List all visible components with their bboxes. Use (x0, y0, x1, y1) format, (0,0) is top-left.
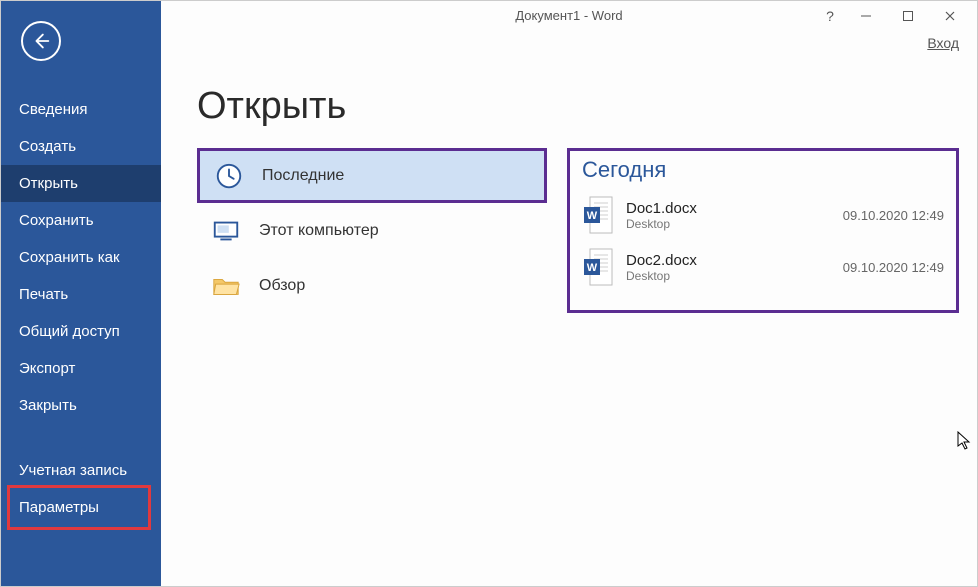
sidebar-item-info[interactable]: Сведения (1, 91, 161, 128)
file-date: 09.10.2020 12:49 (843, 208, 944, 223)
sidebar-label: Сохранить (19, 212, 94, 229)
signin-link[interactable]: Вход (927, 35, 959, 51)
sidebar-item-saveas[interactable]: Сохранить как (1, 239, 161, 276)
sidebar-item-export[interactable]: Экспорт (1, 350, 161, 387)
sidebar-label: Сведения (19, 101, 88, 118)
file-row[interactable]: W Doc1.docx Desktop 09.10.2020 12:49 (582, 189, 944, 241)
help-icon: ? (826, 8, 834, 24)
file-location: Desktop (626, 269, 833, 283)
sidebar-label: Создать (19, 138, 76, 155)
sidebar-item-save[interactable]: Сохранить (1, 202, 161, 239)
svg-text:W: W (587, 262, 598, 274)
file-name: Doc1.docx (626, 200, 833, 217)
sidebar-label: Открыть (19, 175, 78, 192)
sidebar-item-options[interactable]: Параметры (1, 489, 161, 526)
sidebar-item-open[interactable]: Открыть (1, 165, 161, 202)
sidebar-label: Параметры (19, 499, 99, 516)
sidebar-item-account[interactable]: Учетная запись (1, 452, 161, 489)
app-window: Сведения Создать Открыть Сохранить Сохра… (0, 0, 978, 587)
backstage-sidebar: Сведения Создать Открыть Сохранить Сохра… (1, 1, 161, 586)
sidebar-label: Общий доступ (19, 323, 120, 340)
sidebar-item-print[interactable]: Печать (1, 276, 161, 313)
place-browse[interactable]: Обзор (197, 258, 547, 313)
sidebar-item-new[interactable]: Создать (1, 128, 161, 165)
file-location: Desktop (626, 217, 833, 231)
sidebar-label: Сохранить как (19, 249, 120, 266)
titlebar: Документ1 - Word ? (161, 1, 977, 29)
sidebar-label: Учетная запись (19, 462, 127, 479)
minimize-button[interactable] (845, 5, 887, 27)
svg-text:W: W (587, 210, 598, 222)
place-label: Последние (262, 167, 344, 185)
help-button[interactable]: ? (815, 5, 845, 27)
computer-icon (211, 216, 241, 246)
file-name: Doc2.docx (626, 252, 833, 269)
cursor-icon (957, 431, 973, 451)
place-label: Этот компьютер (259, 222, 379, 240)
close-button[interactable] (929, 5, 971, 27)
place-recent[interactable]: Последние (197, 148, 547, 203)
window-title: Документ1 - Word (515, 8, 622, 23)
sidebar-label: Экспорт (19, 360, 75, 377)
file-date: 09.10.2020 12:49 (843, 260, 944, 275)
folder-icon (211, 271, 241, 301)
sidebar-label: Закрыть (19, 397, 77, 414)
file-meta: Doc1.docx Desktop (626, 200, 833, 231)
maximize-icon (902, 10, 914, 22)
sidebar-item-share[interactable]: Общий доступ (1, 313, 161, 350)
clock-icon (214, 161, 244, 191)
file-row[interactable]: W Doc2.docx Desktop 09.10.2020 12:49 (582, 241, 944, 293)
word-file-icon: W (582, 195, 616, 235)
minimize-icon (860, 10, 872, 22)
file-group-title: Сегодня (582, 157, 944, 183)
maximize-button[interactable] (887, 5, 929, 27)
main-panel: Документ1 - Word ? Вход Открыть (161, 1, 977, 586)
close-icon (944, 10, 956, 22)
places-list: Последние Этот компьютер Обзор (197, 148, 547, 313)
arrow-left-icon (30, 30, 52, 52)
word-file-icon: W (582, 247, 616, 287)
file-meta: Doc2.docx Desktop (626, 252, 833, 283)
sidebar-label: Печать (19, 286, 68, 303)
place-thispc[interactable]: Этот компьютер (197, 203, 547, 258)
page-title: Открыть (197, 85, 977, 128)
sidebar-item-close[interactable]: Закрыть (1, 387, 161, 424)
back-button[interactable] (21, 21, 61, 61)
recent-files-panel: Сегодня W Doc1.docx Desktop (567, 148, 959, 313)
place-label: Обзор (259, 277, 305, 295)
open-content: Последние Этот компьютер Обзор Сего (197, 148, 977, 313)
signin-label: Вход (927, 35, 959, 51)
